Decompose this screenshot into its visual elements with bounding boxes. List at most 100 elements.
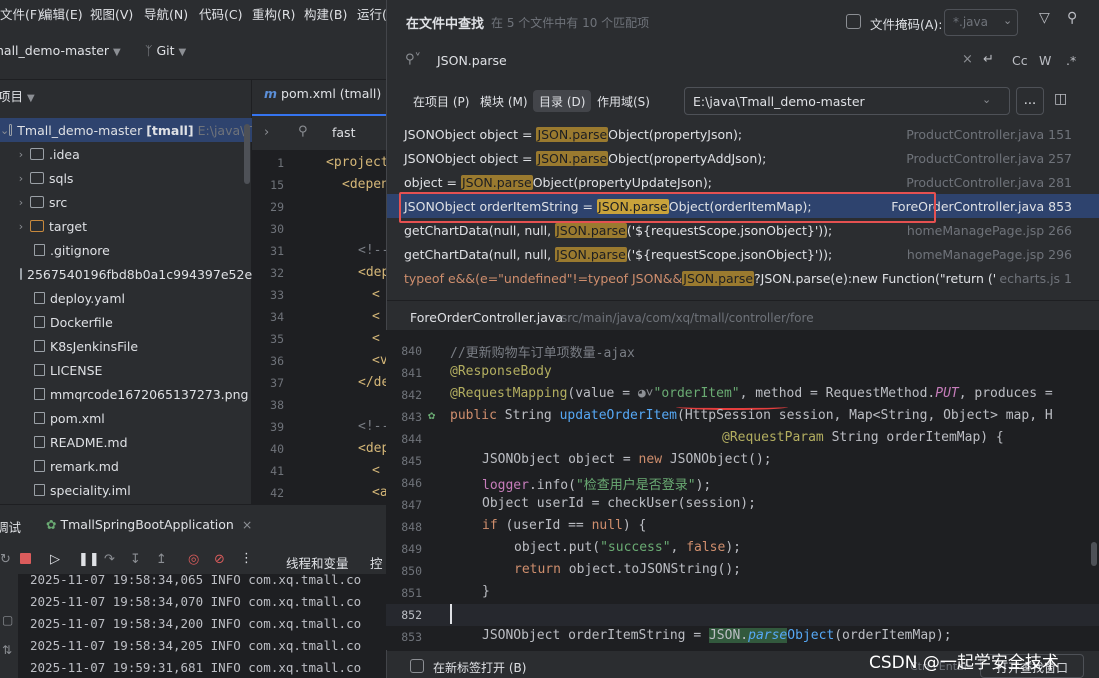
menu-edit[interactable]: 编辑(E) <box>40 4 83 23</box>
pin-icon[interactable]: ⚲ <box>1067 10 1077 26</box>
recursive-toggle-icon[interactable]: ◫ <box>1054 91 1067 107</box>
tree-item[interactable]: › .idea <box>0 142 252 166</box>
tab-threads-variables[interactable]: 线程和变量 <box>286 553 349 572</box>
chevron-down-icon[interactable]: ⌄ <box>0 124 9 137</box>
tree-item-label: K8sJenkinsFile <box>50 338 139 354</box>
mute-breakpoints-icon[interactable]: ⊘ <box>214 552 225 567</box>
directory-select[interactable]: E:\java\Tmall_demo-master ⌄ <box>684 87 1010 115</box>
scope-project[interactable]: 在项目 (P) <box>407 90 475 112</box>
result-location: ProductController.java 151 <box>906 126 1072 142</box>
popup-title: 在文件中查找 <box>406 17 485 32</box>
editor-search-input[interactable]: fast <box>332 125 355 140</box>
tree-item[interactable]: speciality.iml <box>0 478 252 502</box>
search-history-icon[interactable]: ⚲˅ <box>405 52 421 67</box>
tree-root[interactable]: ⌄ Tmall_demo-master [tmall] E:\java\T <box>0 118 252 142</box>
scope-scope[interactable]: 作用域(S) <box>591 90 656 112</box>
settings-icon[interactable]: ⇅ <box>2 643 12 657</box>
tree-item[interactable]: › target <box>0 214 252 238</box>
tab-console[interactable]: 控 <box>370 553 383 572</box>
result-row[interactable]: getChartData(null, null, JSON.parse('${r… <box>387 242 1099 266</box>
chevron-right-icon[interactable]: › <box>14 220 28 233</box>
scope-module[interactable]: 模块 (M) <box>474 90 534 112</box>
code-keyword: return <box>514 562 569 577</box>
clear-icon[interactable]: × <box>962 52 973 67</box>
tree-item[interactable]: K8sJenkinsFile <box>0 334 252 358</box>
menu-run[interactable]: 运行( <box>357 4 387 23</box>
stop-icon[interactable] <box>20 553 31 564</box>
tree-item[interactable]: pom.xml <box>0 406 252 430</box>
result-row[interactable]: JSONObject object = JSON.parseObject(pro… <box>387 146 1099 170</box>
editor-text-area[interactable]: <project <depen <!-- <dep < < < <v </de <!-- <dep <… <box>306 150 390 504</box>
match-summary: 在 5 个文件中有 10 个匹配项 <box>491 16 650 30</box>
tree-item[interactable]: mmqrcode1672065137273.png <box>0 382 252 406</box>
rerun-icon[interactable]: ↻ <box>0 552 11 567</box>
step-into-icon[interactable]: ↧ <box>130 552 141 567</box>
chevron-right-icon[interactable]: › <box>14 172 28 185</box>
menu-refactor[interactable]: 重构(R) <box>252 4 295 23</box>
tree-item[interactable]: 2567540196fbd8b0a1c994397e52e <box>0 262 252 286</box>
scope-directory[interactable]: 目录 (D) <box>533 90 592 112</box>
log-line: 2025-11-07 19:59:31,681 INFO com.xq.tmal… <box>30 660 362 675</box>
resume-icon[interactable]: ▷ <box>50 552 60 567</box>
file-mask-select[interactable]: *.java ⌄ <box>944 9 1018 36</box>
tree-item[interactable]: remark.md <box>0 454 252 478</box>
tree-item[interactable]: README.md <box>0 430 252 454</box>
close-icon[interactable]: × <box>242 517 252 532</box>
result-row[interactable]: typeof e&&(e="undefined"!=typeof JSON&&J… <box>387 266 1099 290</box>
result-row[interactable]: object = JSON.parseObject(propertyUpdate… <box>387 170 1099 194</box>
console-output[interactable]: 2025-11-07 19:58:34,065 INFO com.xq.tmal… <box>18 572 390 678</box>
tree-item[interactable]: Dockerfile <box>0 310 252 334</box>
editor-gutter: 115293031323334353637383940414243 <box>252 150 306 522</box>
chevron-right-icon[interactable]: › <box>264 125 269 140</box>
regex-newline-icon[interactable]: ↵ <box>983 52 994 67</box>
preview-line-number: 844 <box>401 432 422 446</box>
result-row[interactable]: JSONObject object = JSON.parseObject(pro… <box>387 122 1099 146</box>
code-text: JSONObject object = <box>482 452 639 467</box>
menu-file[interactable]: 文件(F) <box>0 4 42 23</box>
search-input[interactable]: JSON.parse <box>437 53 507 68</box>
directory-path: E:\java\Tmall_demo-master <box>693 94 865 109</box>
project-switcher[interactable]: nall_demo-master ▼ <box>0 43 121 58</box>
spring-bean-icon[interactable]: ✿ <box>428 408 435 422</box>
menu-build[interactable]: 构建(B) <box>304 4 347 23</box>
pause-icon[interactable]: ❚❚ <box>78 552 100 567</box>
preview-scrollbar[interactable] <box>1091 542 1097 566</box>
chevron-right-icon[interactable]: › <box>14 148 28 161</box>
step-over-icon[interactable]: ↷ <box>104 552 115 567</box>
filter-icon[interactable]: ▽ <box>1039 10 1050 26</box>
chevron-down-icon: ▼ <box>113 47 121 58</box>
tree-item[interactable]: LICENSE <box>0 358 252 382</box>
menu-view[interactable]: 视图(V) <box>90 4 133 23</box>
log-line: 2025-11-07 19:58:34,205 INFO com.xq.tmal… <box>30 638 362 653</box>
browse-button[interactable]: ... <box>1016 87 1044 115</box>
breakpoints-icon[interactable]: ◎ <box>188 552 199 567</box>
more-icon[interactable]: ⋮ <box>240 551 253 566</box>
tree-item[interactable]: › src <box>0 190 252 214</box>
open-in-tab-checkbox[interactable] <box>410 659 424 673</box>
line-number: 36 <box>270 354 284 368</box>
menu-code[interactable]: 代码(C) <box>199 4 242 23</box>
debug-title: 调试 <box>0 520 22 535</box>
result-code: getChartData(null, null, JSON.parse('${r… <box>404 246 832 262</box>
vcs-widget[interactable]: ᛉ Git ▼ <box>145 43 186 58</box>
project-panel-title[interactable]: 项目 ▼ <box>0 86 35 105</box>
result-suffix: Object(propertyJson); <box>608 126 743 142</box>
chevron-right-icon[interactable]: › <box>14 196 28 209</box>
run-config-tab[interactable]: ✿ TmallSpringBootApplication × <box>46 517 252 532</box>
camera-icon[interactable]: ▢ <box>2 613 13 627</box>
regex-toggle[interactable]: .* <box>1066 53 1076 68</box>
tree-item[interactable]: › sqls <box>0 166 252 190</box>
code-preview[interactable]: 840 841 842 843 844 845 846 847 848 849 850 851 852 8… <box>386 330 1099 650</box>
file-mask-checkbox[interactable] <box>846 14 861 29</box>
line-number: 38 <box>270 398 284 412</box>
line-number: 39 <box>270 420 284 434</box>
words-toggle[interactable]: W <box>1039 53 1051 68</box>
tab-pom-xml[interactable]: m pom.xml (tmall) <box>264 86 381 101</box>
file-icon <box>34 436 45 448</box>
step-out-icon[interactable]: ↥ <box>156 552 167 567</box>
tree-item[interactable]: .gitignore <box>0 238 252 262</box>
tree-scrollbar[interactable] <box>244 124 250 184</box>
match-case-toggle[interactable]: Cc <box>1012 53 1028 68</box>
menu-navigate[interactable]: 导航(N) <box>144 4 188 23</box>
tree-item[interactable]: deploy.yaml <box>0 286 252 310</box>
